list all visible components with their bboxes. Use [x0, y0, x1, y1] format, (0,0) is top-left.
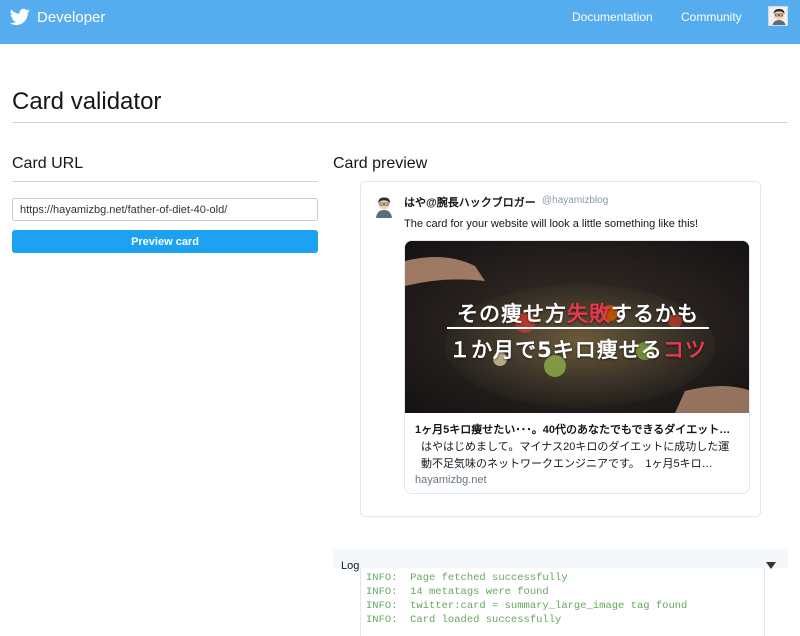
tweet-text: The card for your website will look a li…	[404, 218, 699, 230]
nav-link-documentation[interactable]: Documentation	[572, 10, 653, 24]
tweet-author-name: はや@腕長ハックブロガー	[404, 197, 536, 209]
page-title: Card validator	[12, 88, 162, 115]
brand-link[interactable]: Developer	[10, 8, 105, 26]
triangle-down-icon[interactable]	[766, 562, 776, 569]
card-image-caption-line-1: その痩せ方失敗するかも	[457, 302, 699, 326]
log-header[interactable]: Log	[333, 549, 788, 572]
card-title: 1ヶ月5キロ痩せたい･･･。40代のあなたでもできるダイエット…	[415, 424, 731, 436]
tweet-author-handle: @hayamizblog	[542, 195, 609, 206]
user-avatar[interactable]	[768, 6, 788, 26]
card-url-divider	[12, 181, 318, 182]
log-line: INFO: Page fetched successfully	[366, 572, 568, 584]
top-nav-bar: Developer Documentation Community	[0, 0, 800, 44]
log-line: INFO: 14 metatags were found	[366, 586, 549, 598]
log-output: INFO: Page fetched successfully INFO: 14…	[360, 568, 765, 636]
log-label: Log	[341, 560, 360, 572]
card-preview-heading: Card preview	[333, 155, 428, 172]
card-url-heading: Card URL	[12, 155, 84, 172]
tweet-author-avatar	[376, 197, 392, 218]
title-divider	[12, 122, 788, 123]
card-image-caption-line-2: １か月で5キロ痩せるコツ	[449, 338, 707, 362]
card-image: その痩せ方失敗するかも １か月で5キロ痩せるコツ	[405, 241, 749, 413]
card-url-input[interactable]	[12, 198, 318, 221]
log-line: INFO: twitter:card = summary_large_image…	[366, 600, 688, 612]
nav-link-community[interactable]: Community	[681, 10, 742, 24]
brand-label: Developer	[37, 8, 106, 26]
log-line: INFO: Card loaded successfully	[366, 614, 562, 626]
summary-large-image-card[interactable]: その痩せ方失敗するかも １か月で5キロ痩せるコツ 1ヶ月5キロ痩せたい･･･。4…	[404, 240, 750, 494]
card-description: はやはじめまして。マイナス20キロのダイエットに成功した運動不足気味のネットワー…	[421, 441, 730, 470]
preview-card-button[interactable]: Preview card	[12, 230, 318, 253]
twitter-bird-icon	[10, 8, 30, 26]
avatar-person-icon	[769, 7, 787, 25]
card-image-caption-underline	[447, 327, 709, 329]
tweet-preview: はや@腕長ハックブロガー @hayamizblog The card for y…	[360, 181, 761, 517]
card-domain: hayamizbg.net	[415, 474, 487, 486]
